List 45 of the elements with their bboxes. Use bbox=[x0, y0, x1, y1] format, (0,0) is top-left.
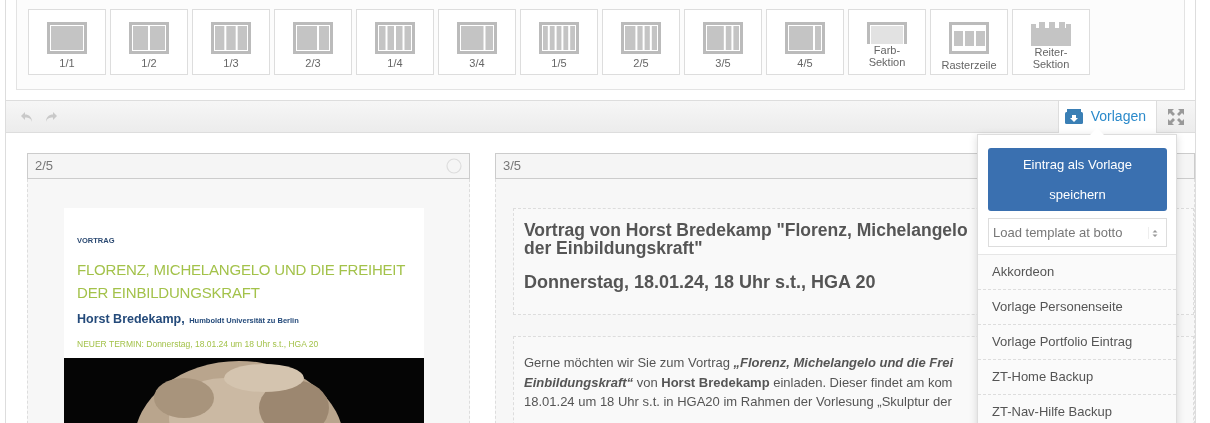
content-subheading: Donnerstag, 18.01.24, 18 Uhr s.t., HGA 20 bbox=[524, 271, 876, 294]
templates-button[interactable]: Vorlagen bbox=[1057, 100, 1157, 133]
column-layout-icon bbox=[293, 22, 333, 55]
column-label: 3/5 bbox=[503, 157, 522, 176]
circle-icon[interactable] bbox=[446, 158, 462, 174]
column-layout-icon bbox=[539, 22, 579, 55]
template-item[interactable]: Akkordeon bbox=[978, 255, 1176, 290]
section-icon bbox=[867, 22, 907, 44]
element-button[interactable]: 2/5 bbox=[602, 9, 680, 75]
save-template-button[interactable]: Eintrag als Vorlage speichern bbox=[988, 148, 1167, 211]
column-layout-icon bbox=[129, 22, 169, 55]
element-button[interactable]: 3/4 bbox=[438, 9, 516, 75]
element-button[interactable]: 3/5 bbox=[684, 9, 762, 75]
poster-title: FLORENZ, MICHELANGELO UND DIE FREIHEIT DER EINBILDUNGSKRAFT bbox=[77, 260, 406, 303]
column-layout-icon bbox=[785, 22, 825, 55]
fullscreen-icon[interactable] bbox=[1168, 108, 1184, 125]
element-button[interactable]: 1/1 bbox=[28, 9, 106, 75]
archive-icon bbox=[1064, 109, 1083, 124]
element-button[interactable]: Reiter- Sektion bbox=[1012, 9, 1090, 75]
column-label: 2/5 bbox=[35, 157, 54, 176]
column-layout-icon bbox=[47, 22, 87, 55]
element-button[interactable]: 1/5 bbox=[520, 9, 598, 75]
template-select[interactable]: Load template at botto bbox=[988, 218, 1167, 247]
element-button[interactable]: 1/4 bbox=[356, 9, 434, 75]
column-layout-icon bbox=[621, 22, 661, 55]
template-item[interactable]: ZT-Nav-Hilfe Backup bbox=[978, 395, 1176, 423]
content-heading: Vortrag von Horst Bredekamp "Florenz, Michelangelo der Einbildungskraft" bbox=[524, 221, 968, 257]
grid-row-icon bbox=[949, 22, 989, 55]
element-button[interactable]: Farb- Sektion bbox=[848, 9, 926, 75]
element-button[interactable]: 1/3 bbox=[192, 9, 270, 75]
template-item[interactable]: ZT-Home Backup bbox=[978, 360, 1176, 395]
element-button[interactable]: Rasterzeile bbox=[930, 9, 1008, 75]
column-layout-icon bbox=[703, 22, 743, 55]
element-button[interactable]: 1/2 bbox=[110, 9, 188, 75]
tabs-icon bbox=[1031, 22, 1071, 46]
poster-date: NEUER TERMIN: Donnerstag, 18.01.24 um 18 Uhr s.t., HGA 20 bbox=[77, 338, 319, 351]
element-button[interactable]: 2/3 bbox=[274, 9, 352, 75]
column-layout-icon bbox=[457, 22, 497, 55]
column-layout-icon bbox=[211, 22, 251, 55]
speaker-name: Horst Bredekamp, bbox=[77, 311, 185, 328]
element-button[interactable]: 4/5 bbox=[766, 9, 844, 75]
column-layout-icon bbox=[375, 22, 415, 55]
template-item[interactable]: Vorlage Personenseite bbox=[978, 290, 1176, 325]
content-paragraph: Gerne möchten wir Sie zum Vortrag „Florenz, Michelangelo und die Frei Einbildungskraft“ von Horst Bredekamp einladen. Dieser findet am kom 18.01.24 um 18 Uhr s.t. in HGA20 im Rahmen der Vorlesung „Skulptur der bbox=[524, 354, 954, 411]
template-item[interactable]: Vorlage Portfolio Eintrag bbox=[978, 325, 1176, 360]
